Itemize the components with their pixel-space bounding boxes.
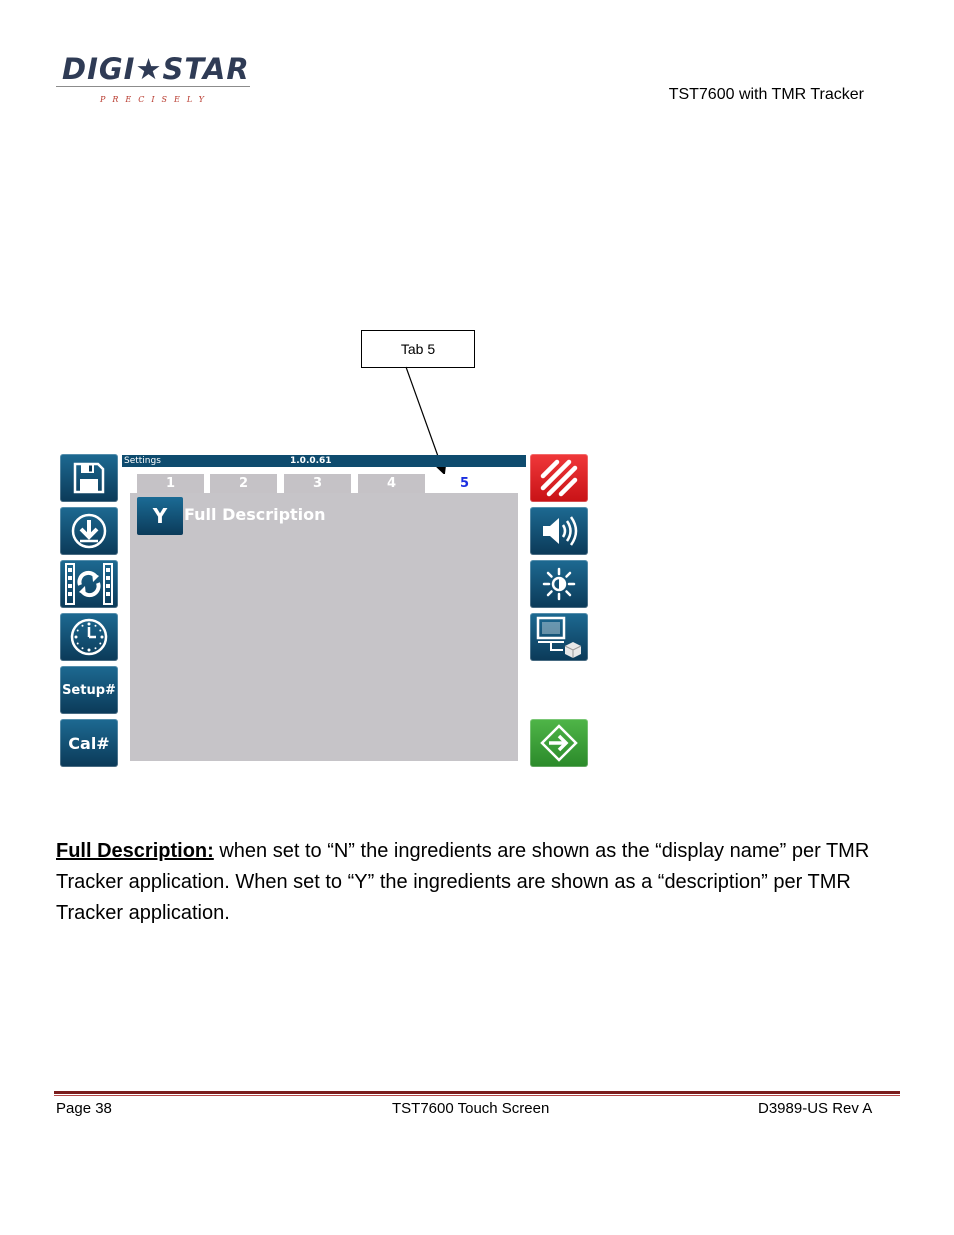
- page-number: Page 38: [56, 1100, 112, 1117]
- version-label: 1.0.0.61: [290, 456, 332, 466]
- printer-icon: [536, 616, 582, 658]
- tab-1[interactable]: 1: [137, 474, 204, 493]
- save-button[interactable]: [60, 454, 118, 502]
- tab-4[interactable]: 4: [358, 474, 425, 493]
- speaker-button[interactable]: [530, 507, 588, 555]
- logo-tagline: PRECISELY: [100, 95, 211, 104]
- full-description-paragraph: Full Description: when set to “N” the in…: [56, 836, 886, 929]
- tab-2[interactable]: 2: [210, 474, 277, 493]
- sync-button[interactable]: [60, 560, 118, 608]
- download-icon: [71, 513, 107, 549]
- setup-button[interactable]: Setup#: [60, 666, 118, 714]
- tab-3[interactable]: 3: [284, 474, 351, 493]
- exit-icon: [540, 724, 578, 762]
- brightness-button[interactable]: [530, 560, 588, 608]
- zero-button[interactable]: [530, 454, 588, 502]
- sync-icon: [65, 563, 113, 605]
- tab-5[interactable]: 5: [431, 474, 498, 493]
- footer-rule: [54, 1091, 900, 1094]
- brightness-icon: [542, 567, 576, 601]
- exit-button[interactable]: [530, 719, 588, 767]
- full-description-label: Full Description: [184, 505, 326, 524]
- logo-rule: [56, 86, 250, 87]
- cal-label: Cal#: [68, 733, 110, 753]
- settings-panel: [130, 493, 518, 761]
- download-button[interactable]: [60, 507, 118, 555]
- zero-icon: [540, 459, 578, 497]
- screen-title: Settings: [124, 456, 161, 466]
- screen-titlebar: Settings 1.0.0.61: [122, 455, 526, 467]
- term-label: Full Description:: [56, 840, 214, 862]
- document-title: TST7600 with TMR Tracker: [668, 86, 864, 103]
- save-icon: [73, 462, 105, 494]
- clock-icon: [70, 618, 108, 656]
- footer-title: TST7600 Touch Screen: [392, 1100, 550, 1117]
- clock-button[interactable]: [60, 613, 118, 661]
- digistar-logo: DIGI★STAR: [62, 52, 250, 86]
- tab5-callout: Tab 5: [361, 330, 475, 368]
- speaker-icon: [543, 516, 578, 546]
- cal-button[interactable]: Cal#: [60, 719, 118, 767]
- footer-rule-thin: [54, 1095, 900, 1096]
- printer-button[interactable]: [530, 613, 588, 661]
- setup-label: Setup#: [62, 682, 116, 698]
- full-description-toggle[interactable]: Y: [137, 497, 183, 535]
- document-revision: D3989-US Rev A: [758, 1100, 873, 1117]
